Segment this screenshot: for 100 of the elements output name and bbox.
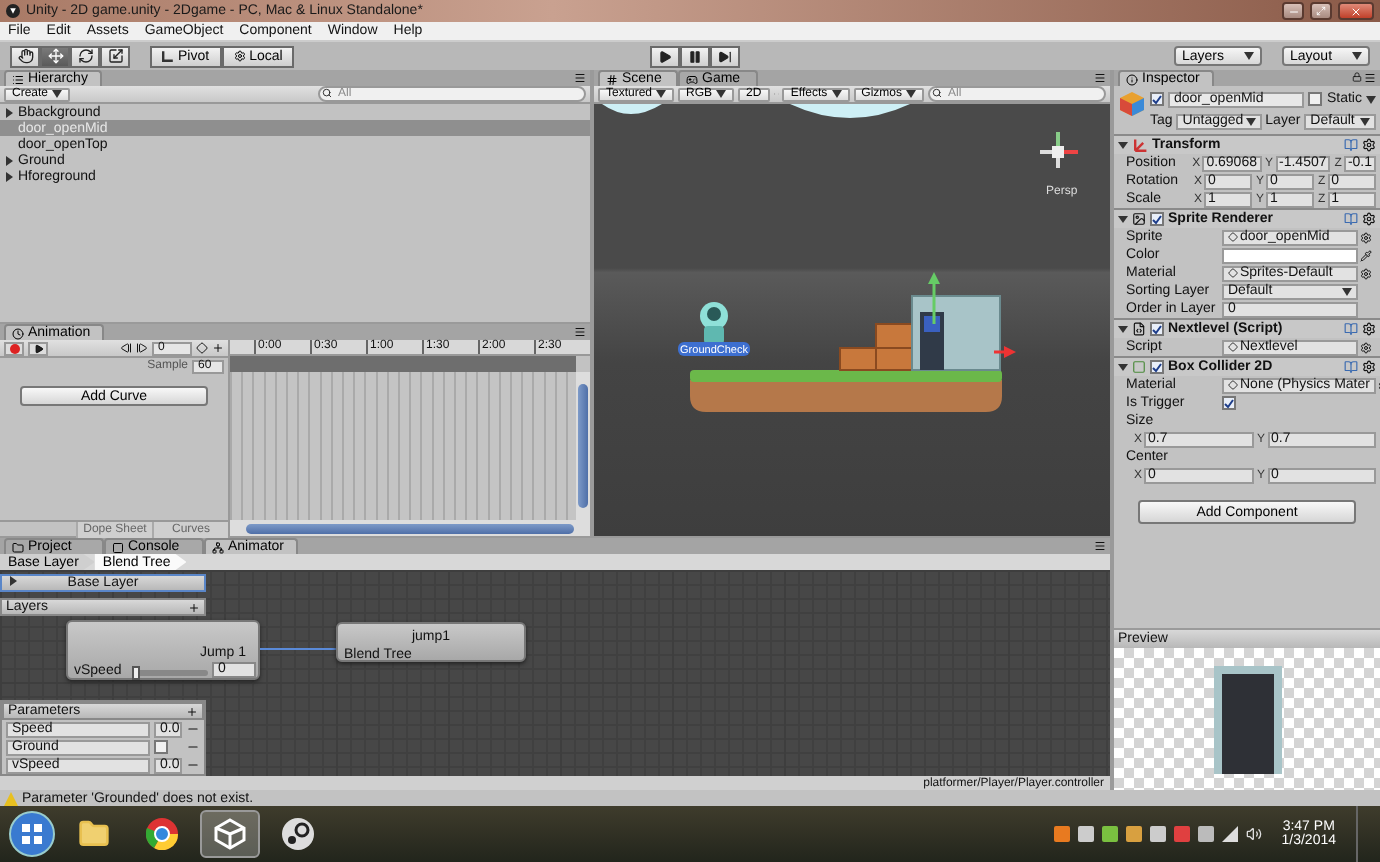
- console-icon: [112, 541, 124, 553]
- step-button[interactable]: [710, 45, 740, 67]
- menu-icon[interactable]: [1094, 540, 1106, 552]
- speaker-icon[interactable]: [1245, 826, 1262, 842]
- crate-stack-drawing: [839, 323, 913, 371]
- app-logo-icon: [6, 4, 20, 18]
- maximize-button[interactable]: [1310, 2, 1332, 20]
- horizontal-scrollbar[interactable]: [230, 520, 590, 536]
- foldout-arrow-icon[interactable]: [4, 107, 14, 117]
- play-icon: [33, 343, 43, 353]
- caret-icon: [1352, 52, 1362, 60]
- tool-button[interactable]: [10, 45, 40, 67]
- folder-icon: [12, 541, 24, 553]
- list-icon: [12, 73, 24, 85]
- square-icon: [1132, 360, 1146, 374]
- foldout-arrow-icon[interactable]: [1118, 214, 1128, 224]
- folder-icon: [78, 818, 110, 850]
- start-button[interactable]: [8, 810, 56, 858]
- orientation-gizmo-icon[interactable]: [1040, 132, 1078, 168]
- cloud-drawing: [790, 104, 910, 118]
- caret-icon: [1245, 117, 1256, 125]
- asset-icon: [1228, 380, 1238, 390]
- asset-icon: [1228, 342, 1238, 352]
- picker-icon[interactable]: [1360, 341, 1372, 353]
- slider-thumb[interactable]: [132, 666, 140, 680]
- lock-icon[interactable]: [1352, 72, 1362, 82]
- play-button[interactable]: [28, 341, 48, 355]
- step-icon: [718, 49, 732, 63]
- enable-checkbox[interactable]: [1150, 212, 1164, 226]
- connection-line: [260, 646, 340, 652]
- checkbox[interactable]: [154, 740, 168, 754]
- clock-icon: [12, 327, 24, 339]
- menu-icon[interactable]: [574, 72, 586, 84]
- signal-icon[interactable]: [1221, 826, 1238, 842]
- round-logo-icon: [282, 818, 314, 850]
- door-house-drawing: [911, 295, 1001, 371]
- foldout-arrow-icon[interactable]: [1118, 324, 1128, 334]
- picker-icon[interactable]: [1360, 267, 1372, 279]
- previous-key-icon[interactable]: [120, 342, 132, 354]
- next-key-icon[interactable]: [136, 342, 148, 354]
- add-icon[interactable]: [186, 705, 198, 717]
- cube-icon: [1118, 90, 1146, 118]
- browser-icon: [146, 818, 178, 850]
- tool-button[interactable]: [100, 45, 130, 67]
- move-gizmo-icon[interactable]: [928, 272, 1016, 358]
- record-button[interactable]: [4, 341, 24, 355]
- enable-checkbox[interactable]: [1150, 360, 1164, 374]
- pause-button[interactable]: [680, 45, 710, 67]
- sprite-preview-drawing: [1213, 665, 1281, 773]
- menu-icon[interactable]: [574, 326, 586, 338]
- parameter-slider[interactable]: [136, 670, 208, 676]
- cloud-drawing: [602, 104, 662, 114]
- settings-icon[interactable]: [1362, 322, 1376, 336]
- taskbar-app-button[interactable]: [200, 810, 260, 858]
- node-graph-icon: [212, 541, 224, 553]
- tool-button[interactable]: [70, 45, 100, 67]
- search-icon: [932, 88, 942, 98]
- menu-icon[interactable]: [1364, 72, 1376, 84]
- foldout-arrow-icon[interactable]: [1118, 362, 1128, 372]
- settings-icon[interactable]: [1362, 212, 1376, 226]
- checkbox[interactable]: [1150, 92, 1164, 106]
- caret-icon: [1366, 95, 1376, 103]
- picker-icon[interactable]: [1360, 231, 1372, 243]
- caret-icon: [831, 90, 842, 98]
- add-keyframe-icon[interactable]: [196, 342, 208, 354]
- tool-button[interactable]: [40, 45, 70, 67]
- play-icon: [658, 49, 672, 63]
- rotate-icon: [77, 48, 93, 64]
- script-icon: [1132, 322, 1146, 336]
- close-icon: [1350, 5, 1362, 17]
- vertical-scrollbar[interactable]: [576, 372, 590, 520]
- foldout-arrow-icon[interactable]: [1118, 140, 1128, 150]
- checkbox[interactable]: [1222, 396, 1236, 410]
- pause-icon: [688, 49, 702, 63]
- cube-logo-icon: [214, 818, 246, 850]
- add-event-icon[interactable]: [212, 342, 224, 354]
- enable-checkbox[interactable]: [1150, 322, 1164, 336]
- close-button[interactable]: [1338, 2, 1374, 20]
- scale-icon: [107, 48, 123, 64]
- hand-icon: [17, 48, 33, 64]
- image-icon: [1132, 212, 1146, 226]
- info-icon: [1126, 73, 1138, 85]
- gamepad-icon: [686, 73, 698, 85]
- asset-icon: [1228, 268, 1238, 278]
- asset-icon: [1228, 232, 1238, 242]
- play-button[interactable]: [650, 45, 680, 67]
- eyedropper-icon[interactable]: [1360, 249, 1372, 261]
- minimize-button[interactable]: [1282, 2, 1304, 20]
- settings-icon[interactable]: [1362, 360, 1376, 374]
- caret-icon: [716, 90, 727, 98]
- move-icon: [47, 48, 63, 64]
- caret-icon: [1360, 117, 1370, 125]
- foldout-arrow-icon[interactable]: [8, 576, 18, 586]
- settings-icon[interactable]: [1362, 138, 1376, 152]
- checkbox[interactable]: [1308, 92, 1323, 106]
- caret-icon: [656, 90, 667, 98]
- menu-icon[interactable]: [1094, 72, 1106, 84]
- color-swatch[interactable]: [1222, 247, 1358, 263]
- caret-icon: [1244, 52, 1254, 60]
- add-icon[interactable]: [188, 601, 200, 613]
